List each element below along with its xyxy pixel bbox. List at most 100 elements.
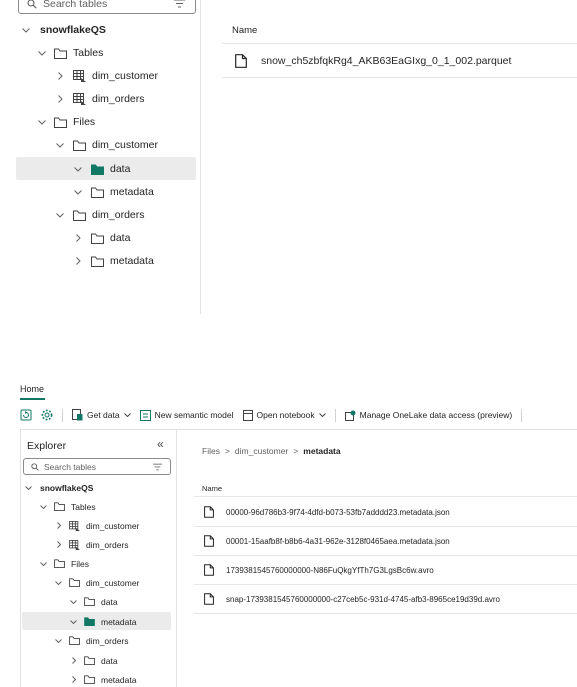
chevron-down-icon [56,212,66,218]
row-divider [194,526,577,527]
folder-icon [54,117,67,128]
new-semantic-model-button[interactable]: New semantic model [139,409,234,421]
chevron-down-icon [38,119,48,125]
file-row[interactable]: snow_ch5zbfqkRg4_AKB63EaGIxg_0_1_002.par… [235,52,511,70]
header-divider [222,43,577,44]
column-header-name[interactable]: Name [202,484,222,493]
tree-root[interactable]: snowflakeQS [25,481,93,494]
tree-tables[interactable]: Tables [38,45,103,61]
tree-folder-label: data [110,232,131,244]
search-placeholder: Search tables [44,461,96,472]
toolbar: Get data New semantic model Open noteboo… [20,404,531,426]
chevron-right-icon [58,95,66,103]
tree-table-dim-customer[interactable]: dim_customer [58,68,158,84]
folder-icon [73,210,86,221]
folder-icon [91,256,104,267]
tree-folder-data[interactable]: data [70,595,118,608]
folder-filled-icon [84,617,95,626]
open-notebook-button[interactable]: Open notebook [242,409,326,421]
chevron-down-icon [38,50,48,56]
tree-table-dim-customer[interactable]: dim_customer [57,519,139,532]
chevron-down-icon [123,413,131,417]
tree-folder-orders-data[interactable]: data [72,654,118,667]
tree-root-label: snowflakeQS [40,24,106,36]
tree-folder-orders-metadata[interactable]: metadata [76,253,154,269]
tree-table-dim-orders[interactable]: dim_orders [57,538,129,551]
tree-folder-label: dim_orders [86,635,129,646]
folder-icon [54,48,67,59]
tree-folder-label: metadata [110,255,154,267]
tab-home[interactable]: Home [20,384,44,394]
folder-icon [54,559,65,568]
explorer-search-input[interactable]: Search tables [23,458,171,475]
file-icon [204,564,214,576]
chevron-right-icon [76,257,84,265]
chevron-down-icon [74,166,84,172]
tree-folder-orders-metadata[interactable]: metadata [72,673,136,686]
chevron-right-icon [57,541,63,548]
chevron-down-icon [70,599,78,604]
file-row[interactable]: 1739381545760000000-N86FuQkgYfTh7G3LgsBc… [204,563,434,577]
file-icon [204,535,214,547]
tree-folder-label: metadata [101,616,137,627]
folder-icon [84,597,95,606]
collapse-explorer-button[interactable]: « [157,437,164,451]
file-row[interactable]: 00001-15aafb8f-b8b6-4a31-962e-3128f0465a… [204,534,450,548]
tree-tables[interactable]: Tables [40,500,96,513]
new-semantic-model-label: New semantic model [154,410,234,420]
tree-files[interactable]: Files [38,114,95,130]
tree-folder-data-selected[interactable]: data [74,161,130,177]
file-row[interactable]: snap-1739381545760000000-c27ceb5c-931d-4… [204,592,500,606]
tree-folder-dim-orders[interactable]: dim_orders [55,634,129,647]
tree-folder-metadata-selected[interactable]: metadata [70,615,136,628]
tree-folder-dim-orders[interactable]: dim_orders [56,207,145,223]
table-icon [69,520,80,531]
tree-table-label: dim_orders [86,539,129,550]
tree-folder-metadata[interactable]: metadata [74,184,154,200]
get-data-button[interactable]: Get data [72,409,131,421]
get-data-label: Get data [87,410,120,420]
chevron-down-icon [318,413,326,417]
tree-table-dim-orders[interactable]: dim_orders [58,91,145,107]
tree-root-label: snowflakeQS [40,482,94,493]
table-icon [73,70,86,82]
filter-icon[interactable] [174,0,185,8]
tree-tables-label: Tables [73,47,104,59]
file-name: 1739381545760000000-N86FuQkgYfTh7G3LgsBc… [226,565,434,575]
breadcrumb-metadata: metadata [303,446,341,456]
tree-files-label: Files [71,558,89,569]
semantic-model-icon [139,409,151,421]
breadcrumb-files[interactable]: Files [202,446,220,456]
breadcrumb-separator: > [224,446,230,456]
manage-access-icon [344,410,356,421]
search-tables-input[interactable]: Search tables [18,0,196,14]
chevron-right-icon [57,522,63,529]
file-name: 00000-96d786b3-9f74-4dfd-b073-53fb7adddd… [226,507,450,517]
table-icon [73,93,86,105]
file-icon [235,54,247,68]
search-icon [27,0,37,9]
tree-folder-dim-customer[interactable]: dim_customer [55,576,139,589]
tree-folder-dim-customer[interactable]: dim_customer [56,137,158,153]
breadcrumb-dim-customer[interactable]: dim_customer [235,446,288,456]
folder-icon [54,502,65,511]
folder-filled-icon [91,164,104,175]
row-divider [194,555,577,556]
folder-icon [84,675,95,684]
filter-icon[interactable] [153,463,162,471]
tree-folder-orders-data[interactable]: data [76,230,130,246]
tree-folder-label: dim_customer [92,139,158,151]
tree-root[interactable]: snowflakeQS [22,22,106,38]
chevron-right-icon [72,657,78,664]
refresh-button[interactable] [20,409,32,421]
tab-home-underline [20,398,45,400]
column-header-name[interactable]: Name [232,25,257,36]
table-icon [69,539,80,550]
chevron-down-icon [40,504,48,509]
settings-button[interactable] [41,409,53,421]
row-divider [194,613,577,614]
row-divider [222,77,577,78]
file-row[interactable]: 00000-96d786b3-9f74-4dfd-b073-53fb7adddd… [204,505,450,519]
tree-files[interactable]: Files [40,557,89,570]
manage-onelake-access-button[interactable]: Manage OneLake data access (preview) [344,410,512,421]
